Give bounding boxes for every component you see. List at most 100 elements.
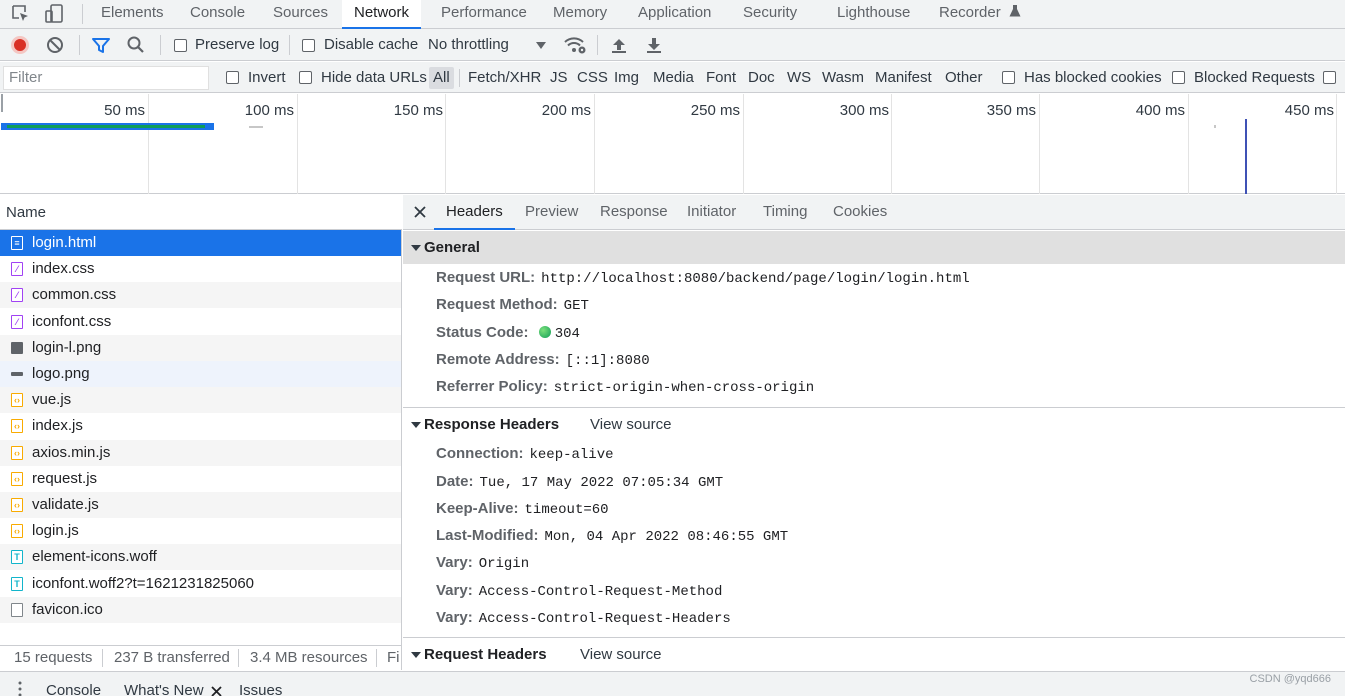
drawer-tab-console[interactable]: Console bbox=[46, 682, 101, 696]
view-source-link[interactable]: View source bbox=[590, 408, 671, 441]
field-value: Access-Control-Request-Method bbox=[478, 584, 723, 600]
request-row[interactable]: logo.png bbox=[0, 361, 401, 387]
tab-cookies[interactable]: Cookies bbox=[821, 195, 899, 230]
import-har-icon[interactable] bbox=[611, 36, 627, 58]
request-row[interactable]: ≡ login.html bbox=[0, 230, 401, 256]
tab-application[interactable]: Application bbox=[626, 0, 723, 29]
tab-sources[interactable]: Sources bbox=[261, 0, 340, 29]
export-har-icon[interactable] bbox=[646, 36, 662, 58]
tab-recorder[interactable]: Recorder bbox=[927, 0, 1033, 29]
disable-cache-checkbox[interactable] bbox=[302, 39, 315, 52]
request-list: Name ≡ login.html ⁄ index.css ⁄ common.css ⁄ ic… bbox=[0, 195, 402, 647]
request-row[interactable]: ⁄ index.css bbox=[0, 256, 401, 282]
record-button[interactable] bbox=[11, 36, 29, 54]
chevron-down-icon[interactable] bbox=[536, 38, 546, 55]
response-header-row: Connection: keep-alive bbox=[436, 445, 614, 463]
type-filter-manifest[interactable]: Manifest bbox=[871, 67, 936, 89]
request-row[interactable]: login-l.png bbox=[0, 334, 401, 361]
network-overview-timeline[interactable]: 50 ms 100 ms 150 ms 200 ms 250 ms 300 ms… bbox=[0, 94, 1345, 194]
timeline-request-bar-download bbox=[7, 125, 205, 128]
js-file-icon: ‹› bbox=[11, 498, 23, 512]
request-row[interactable]: ‹› index.js bbox=[0, 413, 401, 439]
type-filter-wasm[interactable]: Wasm bbox=[818, 67, 868, 89]
close-icon[interactable] bbox=[211, 684, 222, 696]
field-key: Referrer Policy: bbox=[436, 378, 548, 395]
type-filter-font[interactable]: Font bbox=[702, 67, 740, 89]
request-headers-section-header[interactable]: Request Headers View source bbox=[403, 638, 1345, 671]
tab-console[interactable]: Console bbox=[178, 0, 257, 29]
type-filter-js[interactable]: JS bbox=[546, 67, 572, 89]
request-row[interactable]: Ticonfont.woff2?t=1621231825060 bbox=[0, 571, 401, 597]
has-blocked-cookies-checkbox[interactable] bbox=[1002, 71, 1015, 84]
timeline-gridline bbox=[594, 94, 595, 194]
timeline-tick-label: 200 ms bbox=[541, 102, 591, 119]
tab-headers[interactable]: Headers bbox=[434, 195, 515, 230]
request-headers-title: Request Headers bbox=[424, 646, 547, 663]
inspect-element-icon[interactable] bbox=[10, 3, 32, 25]
filter-icon[interactable] bbox=[91, 36, 111, 58]
css-file-icon: ⁄ bbox=[11, 262, 23, 277]
disable-cache-label: Disable cache bbox=[324, 36, 419, 53]
type-filter-all[interactable]: All bbox=[429, 67, 454, 89]
tab-security[interactable]: Security bbox=[731, 0, 809, 29]
type-filter-img[interactable]: Img bbox=[610, 67, 643, 89]
tab-performance[interactable]: Performance bbox=[429, 0, 539, 29]
tab-timing[interactable]: Timing bbox=[751, 195, 819, 230]
response-headers-section-header[interactable]: Response Headers View source bbox=[403, 408, 1345, 441]
throttling-select[interactable]: No throttling bbox=[428, 36, 509, 53]
tab-preview[interactable]: Preview bbox=[513, 195, 590, 230]
search-icon[interactable] bbox=[126, 35, 146, 59]
request-row[interactable]: ‹› axios.min.js bbox=[0, 439, 401, 466]
more-tabs-icon[interactable] bbox=[18, 681, 22, 696]
request-row[interactable]: favicon.ico bbox=[0, 596, 401, 623]
type-filter-doc[interactable]: Doc bbox=[744, 67, 779, 89]
type-filter-css[interactable]: CSS bbox=[573, 67, 612, 89]
tab-elements[interactable]: Elements bbox=[89, 0, 176, 29]
tab-initiator[interactable]: Initiator bbox=[675, 195, 748, 230]
tab-network[interactable]: Network bbox=[342, 0, 422, 29]
preserve-log-checkbox[interactable] bbox=[174, 39, 187, 52]
request-row[interactable]: ‹› request.js bbox=[0, 466, 401, 492]
request-name: request.js bbox=[32, 469, 98, 487]
third-party-checkbox[interactable] bbox=[1323, 71, 1336, 84]
timeline-request-bar bbox=[1214, 125, 1216, 128]
request-name: login.js bbox=[32, 522, 79, 540]
filter-input[interactable]: Filter bbox=[3, 66, 209, 90]
type-filter-ws[interactable]: WS bbox=[783, 67, 815, 89]
status-separator bbox=[376, 649, 377, 667]
request-row[interactable]: ‹› validate.js bbox=[0, 492, 401, 518]
view-source-link[interactable]: View source bbox=[580, 638, 661, 671]
request-row[interactable]: ⁄ common.css bbox=[0, 282, 401, 309]
clear-icon[interactable] bbox=[46, 36, 64, 58]
request-row[interactable]: ‹› login.js bbox=[0, 518, 401, 544]
close-icon[interactable] bbox=[414, 205, 426, 222]
status-ok-dot-icon bbox=[538, 326, 551, 338]
other-file-icon bbox=[11, 602, 23, 617]
devtools-tab-bar: Elements Console Sources Network Perform… bbox=[0, 0, 1345, 29]
request-row[interactable]: Telement-icons.woff bbox=[0, 544, 401, 571]
blocked-requests-checkbox[interactable] bbox=[1172, 71, 1185, 84]
name-column-header[interactable]: Name bbox=[0, 195, 402, 230]
field-value: Access-Control-Request-Headers bbox=[478, 611, 731, 627]
device-toolbar-icon[interactable] bbox=[44, 3, 66, 25]
field-key: Last-Modified: bbox=[436, 527, 539, 544]
type-filter-media[interactable]: Media bbox=[649, 67, 698, 89]
invert-checkbox[interactable] bbox=[226, 71, 239, 84]
hide-data-urls-checkbox[interactable] bbox=[299, 71, 312, 84]
type-filter-other[interactable]: Other bbox=[941, 67, 987, 89]
drawer-tab-issues[interactable]: Issues bbox=[239, 682, 282, 696]
network-conditions-icon[interactable] bbox=[563, 35, 587, 59]
timeline-tick-label: 450 ms bbox=[1284, 102, 1334, 119]
request-row[interactable]: ⁄ iconfont.css bbox=[0, 309, 401, 335]
tab-response[interactable]: Response bbox=[588, 195, 680, 230]
tab-lighthouse[interactable]: Lighthouse bbox=[825, 0, 922, 29]
type-separator bbox=[459, 69, 460, 87]
tab-memory[interactable]: Memory bbox=[541, 0, 619, 29]
drawer-tab-whats-new[interactable]: What's New bbox=[124, 682, 204, 696]
type-filter-fetch-xhr[interactable]: Fetch/XHR bbox=[464, 67, 545, 89]
blocked-requests-label: Blocked Requests bbox=[1194, 69, 1315, 86]
request-row[interactable]: ‹› vue.js bbox=[0, 387, 401, 414]
js-file-icon: ‹› bbox=[11, 419, 23, 434]
timeline-gridline bbox=[1336, 94, 1337, 194]
general-section-header[interactable]: General bbox=[403, 231, 1345, 264]
